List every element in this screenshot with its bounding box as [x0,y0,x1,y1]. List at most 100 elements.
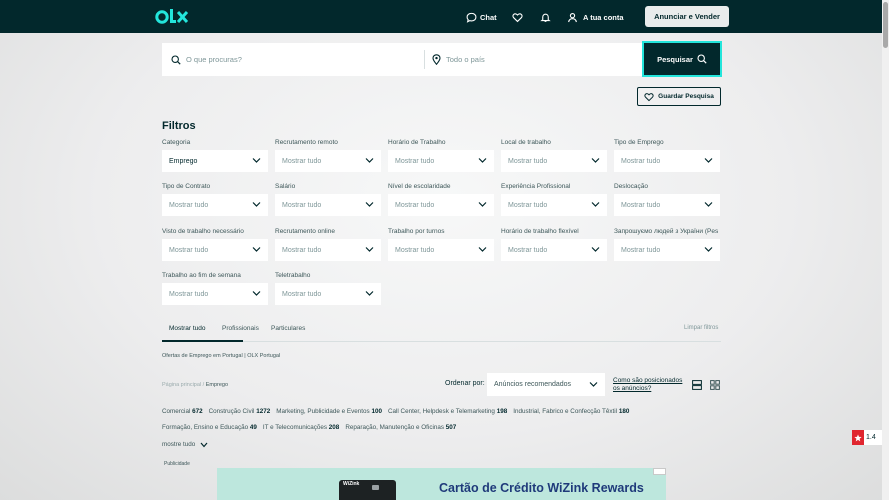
sort-select[interactable]: Anúncios recomendados [487,373,605,396]
chevron-down-icon [252,202,261,207]
rating-value: 1.4 [866,434,876,441]
category-link[interactable]: Call Center, Helpdesk e Telemarketing 19… [388,408,507,415]
grid-view-icon[interactable] [710,380,720,390]
show-all-categories-button[interactable]: mostre tudo [162,441,208,448]
category-name: Formação, Ensino e Educação [162,424,249,431]
ad-headline: Cartão de Crédito WiZink Rewards [439,481,644,495]
category-link[interactable]: IT e Telecomunicações 208 [263,424,339,431]
save-search-label: Guardar Pesquisa [658,93,714,100]
favorites-button[interactable] [512,10,523,24]
category-link[interactable]: Industrial, Fabrico e Confecção Têxtil 1… [513,408,629,415]
scrollbar-thumb[interactable] [883,2,888,48]
category-count: 100 [371,408,382,415]
filter-label-trabalho-ao-fim-de-semana: Trabalho ao fim de semana [162,272,241,279]
chat-icon [466,12,477,23]
filter-label-experiencia-profissional: Experiência Profissional [501,183,571,190]
filter-value: Mostrar tudo [508,246,548,254]
search-button[interactable]: Pesquisar [642,41,722,77]
ad-label: Publicidade [164,461,190,467]
category-name: Construção Civil [208,408,255,415]
filter-select-salario[interactable]: Mostrar tudo [275,194,381,216]
ad-position-info-link[interactable]: Como são posicionados os anúncios? [613,377,687,393]
filter-value: Mostrar tudo [282,157,322,165]
filter-select-tipo-de-contrato[interactable]: Mostrar tudo [162,194,268,216]
filter-label-recrutamento-online: Recrutamento online [275,228,335,235]
filter-select-horario-de-trabalho[interactable]: Mostrar tudo [388,150,494,172]
ad-choices-icon[interactable] [653,468,666,475]
filter-select-recrutamento-remoto[interactable]: Mostrar tudo [275,150,381,172]
account-link[interactable]: A tua conta [567,10,624,24]
page-scrollbar[interactable] [882,0,889,500]
breadcrumb-home[interactable]: Página principal [162,382,201,388]
chevron-down-icon [591,247,600,252]
breadcrumb-current: Emprego [205,382,229,388]
chevron-down-icon [365,202,374,207]
chevron-down-icon [478,247,487,252]
sort-value: Anúncios recomendados [494,381,572,388]
filter-select-deslocacao[interactable]: Mostrar tudo [614,194,720,216]
ad-banner[interactable]: WiZink Cartão de Crédito WiZink Rewards [217,468,666,500]
search-placeholder: O que procuras? [186,55,242,64]
chevron-down-icon [200,442,208,447]
page-heading: Ofertas de Emprego em Portugal | OLX Por… [162,353,281,359]
rating-badge[interactable]: 1.4 [852,430,882,445]
category-link[interactable]: Construção Civil 1272 [209,408,271,415]
location-input[interactable]: Todo o país [432,43,485,76]
credit-card-image: WiZink [339,480,396,500]
save-search-button[interactable]: Guardar Pesquisa [637,87,721,106]
tab-private[interactable]: Particulares [271,325,305,332]
category-name: Comercial [162,408,191,415]
chevron-down-icon [365,158,374,163]
tab-professionals[interactable]: Profissionais [222,325,259,332]
filter-value: Mostrar tudo [282,246,322,254]
category-name: Marketing, Publicidade e Eventos [276,408,370,415]
filter-value: Mostrar tudo [395,246,435,254]
category-link[interactable]: Comercial 672 [162,408,203,415]
list-view-icon[interactable] [692,380,702,390]
filter-select-experiencia-profissional[interactable]: Mostrar tudo [501,194,607,216]
filter-label-tipo-de-contrato: Tipo de Contrato [162,183,211,190]
filter-select-local-de-trabalho[interactable]: Mostrar tudo [501,150,607,172]
chevron-down-icon [365,291,374,296]
filter-value: Mostrar tudo [395,157,435,165]
filter-select-trabalho-ao-fim-de-semana[interactable]: Mostrar tudo [162,283,268,305]
filter-label-recrutamento-remoto: Recrutamento remoto [275,139,338,146]
filter-select-tipo-de-emprego[interactable]: Mostrar tudo [614,150,720,172]
category-link[interactable]: Reparação, Manutenção e Oficinas 507 [345,424,456,431]
filter-select-recrutamento-online[interactable]: Mostrar tudo [275,239,381,261]
notifications-button[interactable] [540,10,551,24]
filter-select-pes[interactable]: Mostrar tudo [614,239,720,261]
search-input[interactable]: O que procuras? [162,43,424,76]
category-link[interactable]: Marketing, Publicidade e Eventos 100 [276,408,382,415]
filter-select-visto-de-trabalho-necessario[interactable]: Mostrar tudo [162,239,268,261]
filter-select-categoria[interactable]: Emprego [162,150,268,172]
category-count: 672 [192,408,203,415]
post-ad-button[interactable]: Anunciar e Vender [645,6,729,27]
clear-filters-link[interactable]: Limpar filtros [684,325,718,331]
filter-label-teletrabalho: Teletrabalho [275,272,311,279]
filter-select-horario-de-trabalho-flexivel[interactable]: Mostrar tudo [501,239,607,261]
location-pin-icon [432,54,441,65]
filter-value: Mostrar tudo [169,290,209,298]
category-count: 180 [618,408,630,415]
filter-label-pes: Запрошуємо людей з України (Pes [614,228,719,235]
filter-select-teletrabalho[interactable]: Mostrar tudo [275,283,381,305]
active-tab-indicator [162,340,243,342]
tab-all[interactable]: Mostrar tudo [169,325,206,332]
card-logo: WiZink [343,481,360,487]
category-link[interactable]: Formação, Ensino e Educação 49 [162,424,257,431]
filter-label-salario: Salário [275,183,296,190]
olx-logo[interactable] [155,7,189,27]
filter-value: Mostrar tudo [395,201,435,209]
heart-outline-icon [644,92,654,101]
filter-value: Mostrar tudo [508,157,548,165]
filter-select-nivel-de-escolaridade[interactable]: Mostrar tudo [388,194,494,216]
seller-type-tabs: Mostrar tudo Profissionais Particulares [162,320,721,342]
filter-select-trabalho-por-turnos[interactable]: Mostrar tudo [388,239,494,261]
filter-label-categoria: Categoria [162,139,191,146]
account-label: A tua conta [583,12,624,22]
chat-link[interactable]: Chat [466,10,497,24]
search-button-label: Pesquisar [657,54,693,64]
filter-value: Mostrar tudo [169,246,209,254]
search-button-icon [697,54,707,64]
